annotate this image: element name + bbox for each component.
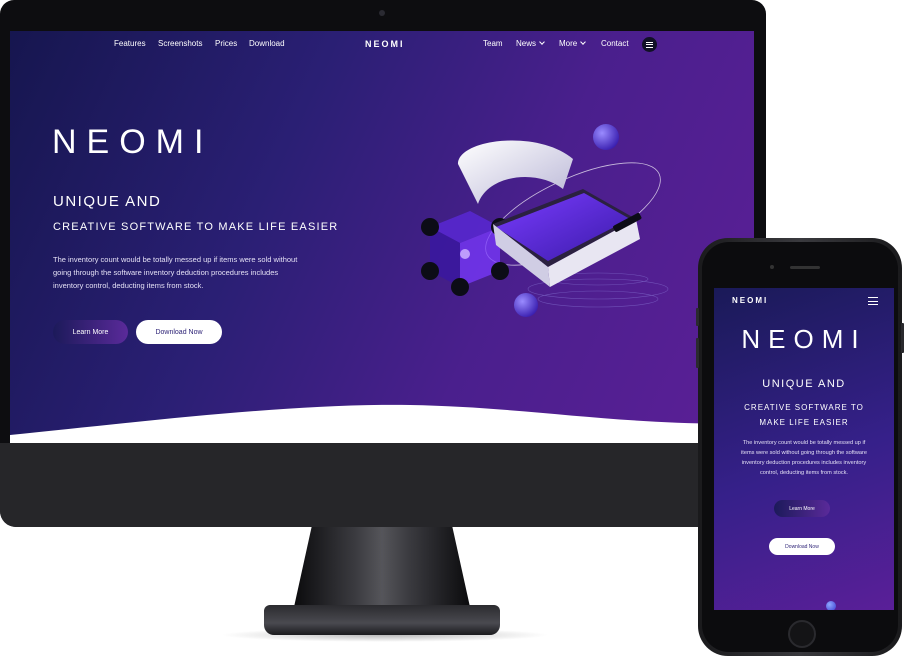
desktop-nav: Features Screenshots Prices Download NEO… — [10, 31, 754, 57]
mobile-download-now-button[interactable]: Download Now — [769, 538, 835, 555]
nav-features-link[interactable]: Features — [114, 39, 146, 48]
mobile-screen: NEOMI NEOMI UNIQUE AND CREATIVE SOFTWARE… — [714, 288, 894, 610]
nav-logo[interactable]: NEOMI — [365, 39, 405, 49]
nav-more-label: More — [559, 39, 578, 48]
phone-camera — [770, 265, 774, 269]
sphere-bottom — [514, 293, 538, 317]
sphere-top — [593, 124, 619, 150]
learn-more-button[interactable]: Learn More — [53, 320, 128, 344]
hero-logo: NEOMI — [52, 123, 214, 161]
hero-bottom-wave — [10, 404, 754, 443]
nav-screenshots-link[interactable]: Screenshots — [158, 39, 202, 48]
mobile-learn-more-button[interactable]: Learn More — [774, 500, 830, 517]
nav-news-dropdown[interactable]: News — [516, 39, 545, 48]
download-now-button[interactable]: Download Now — [136, 320, 222, 344]
nav-prices-link[interactable]: Prices — [215, 39, 237, 48]
nav-news-label: News — [516, 39, 537, 48]
mobile-hero-paragraph: The inventory count would be totally mes… — [741, 440, 867, 476]
mobile-phone: NEOMI NEOMI UNIQUE AND CREATIVE SOFTWARE… — [696, 238, 904, 656]
nav-download-link[interactable]: Download — [249, 39, 285, 48]
hero-heading: UNIQUE AND — [53, 193, 162, 210]
mobile-hero-subheading: CREATIVE SOFTWARE TO MAKE LIFE EASIER — [744, 403, 864, 427]
phone-speaker — [790, 266, 820, 269]
chevron-down-icon — [580, 39, 587, 45]
hero-subheading: CREATIVE SOFTWARE TO MAKE LIFE EASIER — [53, 221, 339, 233]
hamburger-menu-icon[interactable] — [868, 297, 878, 306]
monitor-chin — [0, 443, 766, 527]
webcam-dot — [379, 10, 385, 16]
mobile-hero-logo: NEOMI — [741, 324, 867, 354]
phone-body: NEOMI NEOMI UNIQUE AND CREATIVE SOFTWARE… — [702, 242, 898, 652]
nav-contact-link[interactable]: Contact — [601, 39, 629, 48]
mobile-hero-heading: UNIQUE AND — [762, 378, 846, 390]
nav-team-link[interactable]: Team — [483, 39, 503, 48]
hero-paragraph: The inventory count would be totally mes… — [53, 255, 298, 290]
monitor-stand-base — [264, 605, 500, 635]
hamburger-menu-icon[interactable] — [642, 37, 657, 52]
mobile-sphere-decoration — [826, 601, 836, 610]
desktop-screen: Features Screenshots Prices Download NEO… — [10, 31, 754, 443]
phone-home-button[interactable] — [788, 620, 816, 648]
desktop-monitor: Features Screenshots Prices Download NEO… — [0, 0, 766, 527]
phone-side-button — [696, 338, 699, 368]
mobile-nav-logo[interactable]: NEOMI — [732, 296, 768, 305]
monitor-stand-neck — [294, 527, 470, 607]
phone-side-button — [696, 308, 699, 326]
chevron-down-icon — [539, 39, 545, 45]
vr-headset-illustration — [421, 124, 669, 317]
nav-more-dropdown[interactable]: More — [559, 39, 587, 48]
